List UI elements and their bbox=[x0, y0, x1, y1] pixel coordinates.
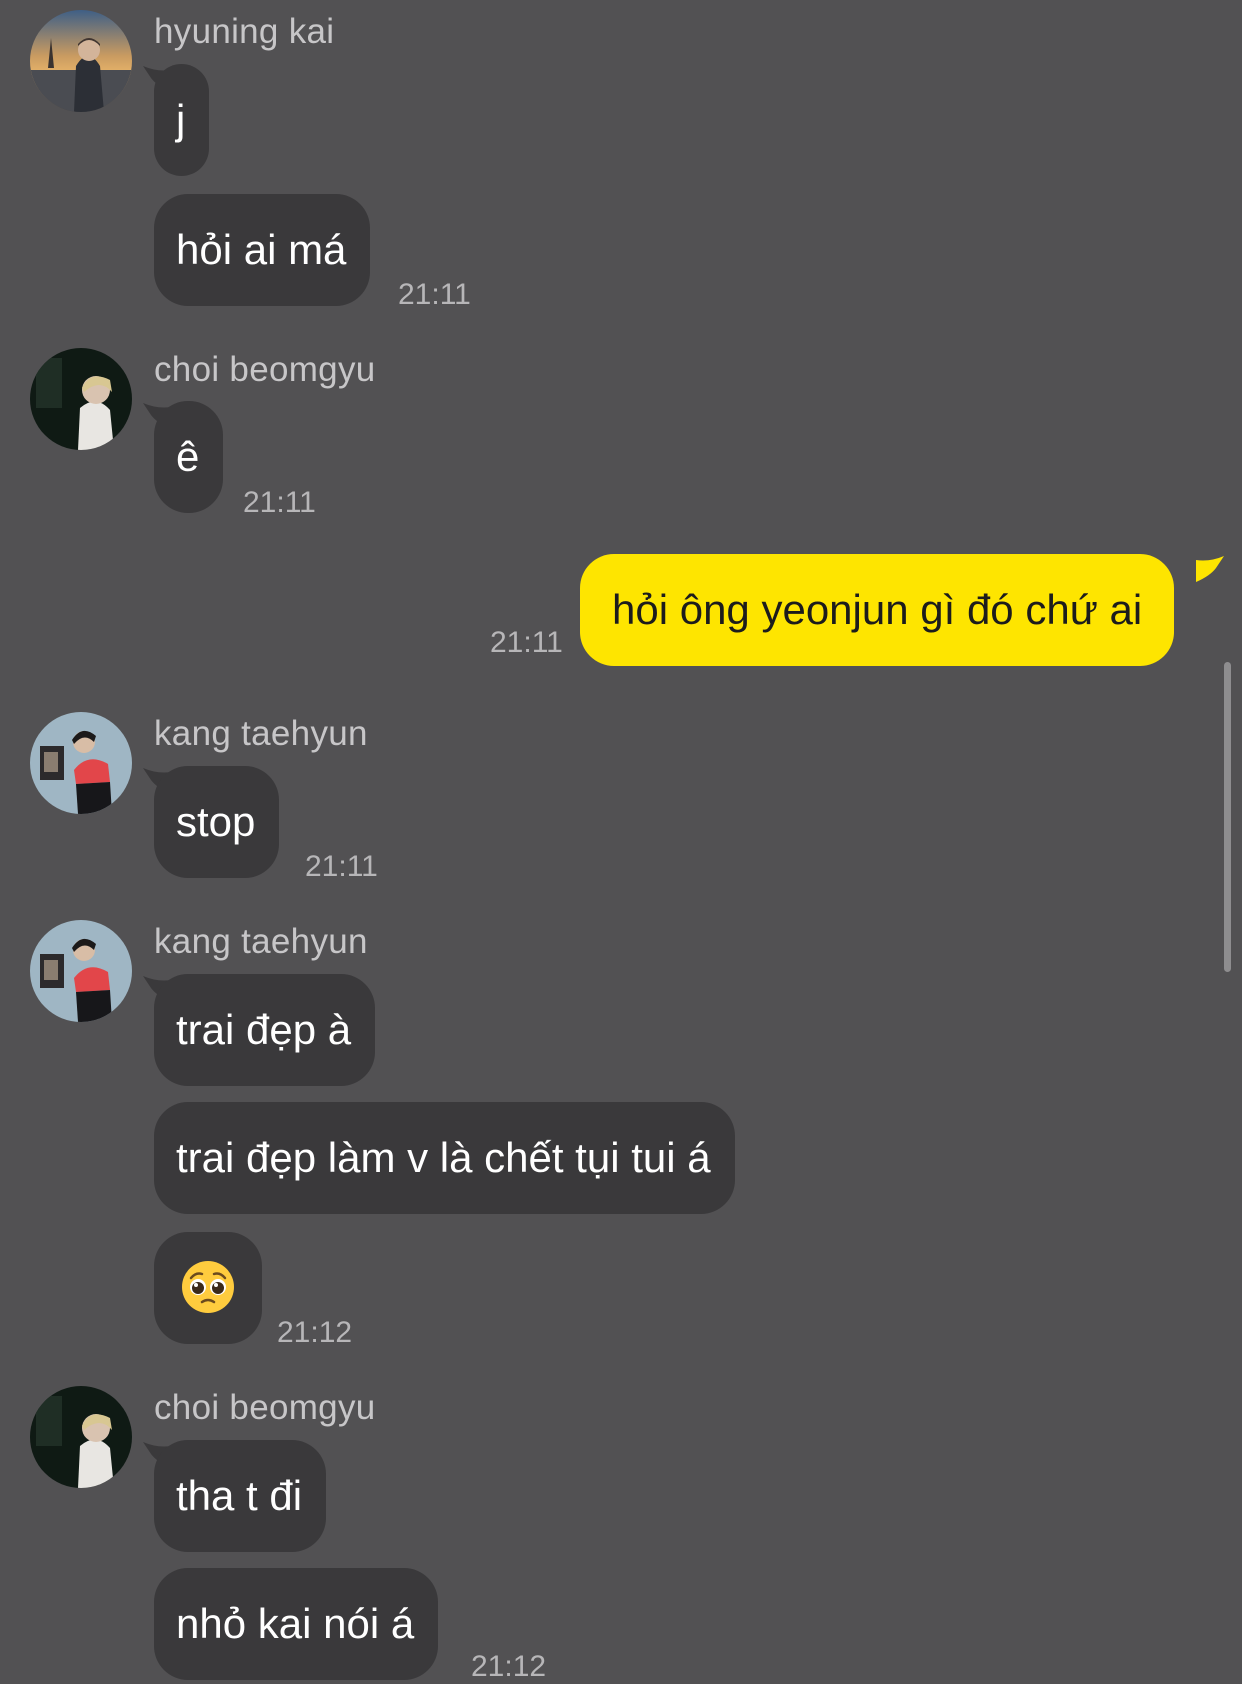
message-bubble[interactable]: trai đẹp à bbox=[154, 974, 376, 1086]
avatar-photo bbox=[30, 348, 132, 450]
message-time: 21:12 bbox=[471, 1650, 547, 1683]
message-bubble[interactable]: j bbox=[154, 64, 210, 176]
message-time: 21:11 bbox=[305, 850, 378, 883]
message-time: 21:11 bbox=[398, 278, 471, 311]
message-bubble[interactable]: trai đẹp làm v là chết tụi tui á bbox=[154, 1102, 735, 1214]
avatar-photo bbox=[30, 920, 132, 1022]
message-time: 21:11 bbox=[490, 626, 563, 659]
avatar-choi-beomgyu[interactable] bbox=[30, 1386, 132, 1488]
message-time: 21:11 bbox=[243, 486, 316, 519]
message-bubble[interactable]: hỏi ai má bbox=[154, 194, 371, 306]
avatar-photo bbox=[30, 10, 132, 112]
avatar-choi-beomgyu[interactable] bbox=[30, 348, 132, 450]
avatar-photo bbox=[30, 712, 132, 814]
emoji-bubble[interactable] bbox=[154, 1232, 262, 1344]
bubble-tail bbox=[1196, 556, 1224, 582]
my-message-bubble[interactable]: hỏi ông yeonjun gì đó chứ ai bbox=[580, 554, 1175, 666]
avatar-kang-taehyun[interactable] bbox=[30, 920, 132, 1022]
message-bubble[interactable]: tha t đi bbox=[154, 1440, 327, 1552]
chat-area[interactable]: hyuning kai j hỏi ai má 21:11 choi beomg… bbox=[0, 0, 1242, 1683]
sender-name: choi beomgyu bbox=[154, 1388, 376, 1427]
avatar-kang-taehyun[interactable] bbox=[30, 712, 132, 814]
sender-name: kang taehyun bbox=[154, 922, 368, 961]
sender-name: hyuning kai bbox=[154, 12, 335, 51]
scrollbar[interactable] bbox=[1224, 662, 1231, 972]
pleading-face-icon bbox=[182, 1260, 234, 1313]
sender-name: kang taehyun bbox=[154, 714, 368, 753]
message-bubble[interactable]: stop bbox=[154, 766, 280, 878]
avatar-photo bbox=[30, 1386, 132, 1488]
message-time: 21:12 bbox=[277, 1316, 353, 1349]
avatar-hyuning-kai[interactable] bbox=[30, 10, 132, 112]
message-bubble[interactable]: nhỏ kai nói á bbox=[154, 1568, 439, 1680]
sender-name: choi beomgyu bbox=[154, 350, 376, 389]
message-bubble[interactable]: ê bbox=[154, 401, 224, 513]
